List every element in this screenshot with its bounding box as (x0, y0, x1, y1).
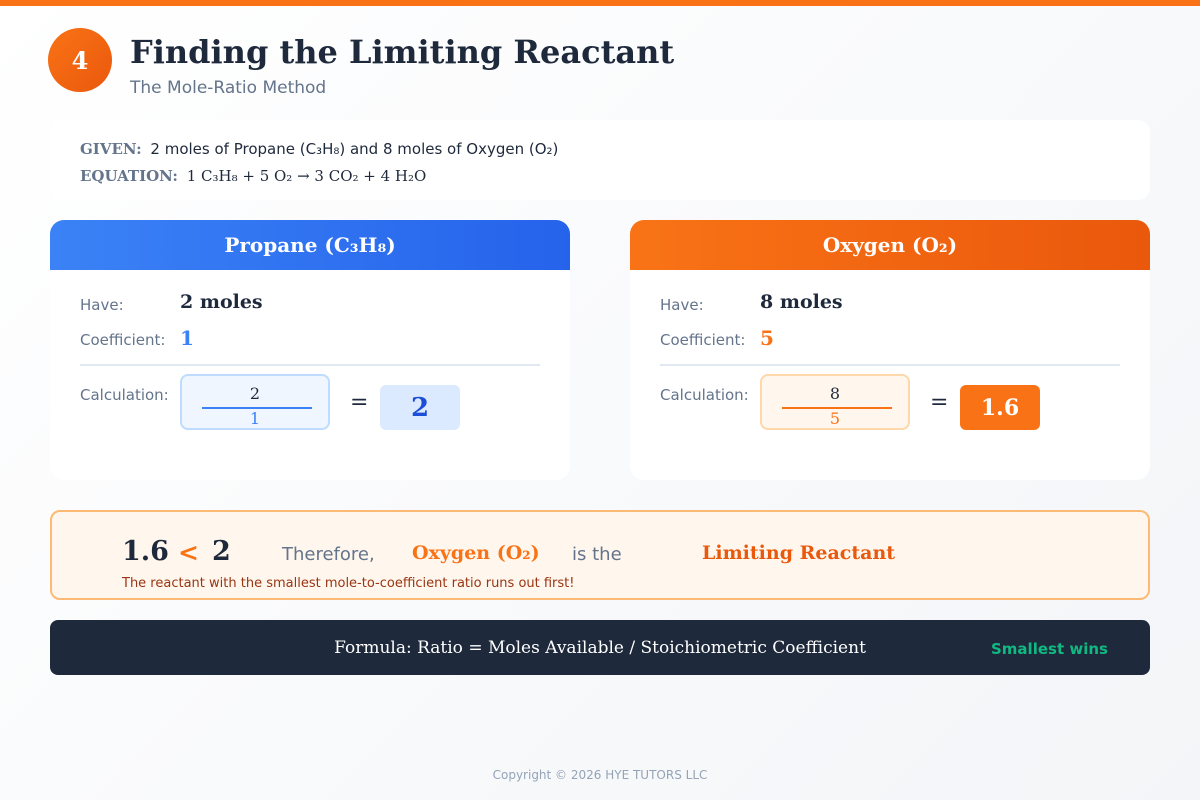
comparison-left-value: 1.6 (122, 536, 169, 567)
divider (660, 364, 1120, 366)
limiting-reactant-verdict: Limiting Reactant (702, 542, 896, 564)
fraction-denominator: 5 (829, 409, 841, 428)
given-label: GIVEN: (80, 140, 142, 158)
given-text: 2 moles of Propane (C₃H₈) and 8 moles of… (150, 140, 559, 158)
formula-bar: Formula: Ratio = Moles Available / Stoic… (50, 620, 1150, 675)
comparison-operator: < (178, 538, 199, 567)
page-title: Finding the Limiting Reactant (130, 33, 675, 71)
propane-card-header: Propane (C₃H₈) (50, 220, 570, 270)
propane-card: Propane (C₃H₈) Have: 2 moles Coefficient… (50, 220, 570, 480)
coefficient-value: 5 (760, 326, 774, 350)
step-number-badge: 4 (48, 28, 112, 92)
fraction-numerator: 8 (829, 384, 841, 403)
formula-tag: Smallest wins (991, 640, 1108, 658)
limiting-reactant-name: Oxygen (O₂) (412, 542, 540, 564)
copyright-footer: Copyright © 2026 HYE TUTORS LLC (492, 768, 708, 782)
top-accent-bar (0, 0, 1200, 6)
ratio-result: 1.6 (960, 385, 1040, 430)
conclusion-note: The reactant with the smallest mole-to-c… (122, 576, 575, 591)
coefficient-value: 1 (180, 326, 194, 350)
conclusion-box: 1.6 < 2 Therefore, Oxygen (O₂) is the Li… (50, 510, 1150, 600)
given-line: GIVEN: 2 moles of Propane (C₃H₈) and 8 m… (80, 140, 558, 158)
equation-label: EQUATION: (80, 167, 178, 185)
divider (80, 364, 540, 366)
oxygen-card: Oxygen (O₂) Have: 8 moles Coefficient: 5… (630, 220, 1150, 480)
coefficient-label: Coefficient: (660, 331, 746, 349)
ratio-fraction: 2 1 (180, 374, 330, 430)
have-value: 2 moles (180, 291, 263, 313)
equals-sign: = (930, 390, 949, 415)
have-label: Have: (80, 296, 124, 314)
given-info-card: GIVEN: 2 moles of Propane (C₃H₈) and 8 m… (50, 120, 1150, 200)
formula-text: Formula: Ratio = Moles Available / Stoic… (334, 638, 866, 658)
have-value: 8 moles (760, 291, 843, 313)
ratio-result: 2 (380, 385, 460, 430)
page-subtitle: The Mole-Ratio Method (130, 78, 327, 98)
calculation-label: Calculation: (660, 386, 749, 404)
comparison-right-value: 2 (212, 536, 231, 567)
calculation-label: Calculation: (80, 386, 169, 404)
is-the-text: is the (572, 544, 622, 565)
ratio-fraction: 8 5 (760, 374, 910, 430)
oxygen-card-header: Oxygen (O₂) (630, 220, 1150, 270)
equation-line: EQUATION: 1 C₃H₈ + 5 O₂ → 3 CO₂ + 4 H₂O (80, 167, 426, 185)
fraction-denominator: 1 (249, 409, 261, 428)
coefficient-label: Coefficient: (80, 331, 166, 349)
equals-sign: = (350, 390, 369, 415)
therefore-text: Therefore, (282, 544, 375, 565)
equation-text: 1 C₃H₈ + 5 O₂ → 3 CO₂ + 4 H₂O (186, 167, 427, 185)
fraction-numerator: 2 (249, 384, 261, 403)
have-label: Have: (660, 296, 704, 314)
